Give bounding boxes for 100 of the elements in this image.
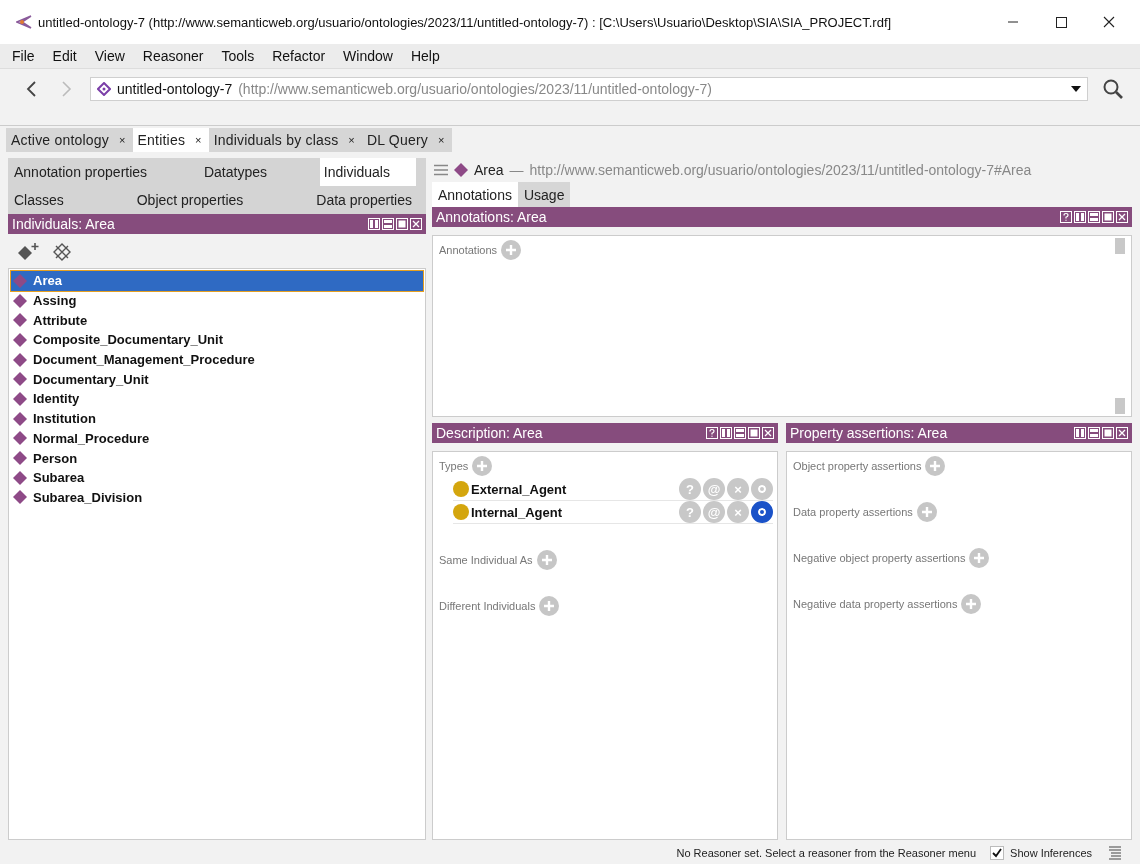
menu-icon[interactable] (434, 164, 448, 176)
entity-name: Area (474, 162, 504, 178)
workspace-tab[interactable]: Active ontology × (6, 128, 133, 152)
entity-tab[interactable]: Classes (10, 186, 68, 214)
individual-icon (13, 372, 27, 387)
split-vertical-button[interactable] (720, 427, 732, 439)
tab-close-button[interactable]: × (437, 134, 445, 146)
maximize-view-button[interactable] (1102, 211, 1114, 223)
view-title: Individuals: Area (12, 216, 115, 232)
entity-tab[interactable]: Object properties (132, 186, 248, 214)
section-label: Annotations (439, 244, 498, 256)
entity-tab[interactable]: Datatypes (199, 158, 271, 186)
individual-icon (13, 411, 27, 426)
list-item[interactable]: Subarea_Division (11, 487, 423, 508)
individual-icon (454, 163, 468, 177)
app-logo-icon (16, 15, 32, 29)
checkmark-icon (992, 848, 1003, 858)
separator-dash: — (509, 162, 524, 178)
list-item[interactable]: Attribute (11, 310, 423, 331)
edit-button[interactable] (751, 501, 773, 523)
section-label: Types (439, 460, 469, 472)
menu-item[interactable]: View (94, 48, 125, 64)
tab-close-button[interactable]: × (348, 134, 355, 146)
ontology-icon (97, 82, 111, 96)
list-item[interactable]: Area (11, 271, 423, 291)
maximize-view-button[interactable] (748, 427, 760, 439)
split-vertical-button[interactable] (1074, 211, 1086, 223)
workspace-tab[interactable]: Entities × (132, 128, 209, 152)
class-icon (453, 481, 469, 497)
individual-icon (13, 273, 27, 288)
search-icon[interactable] (1102, 78, 1124, 100)
entity-tab[interactable]: Individuals (319, 158, 416, 186)
menu-item[interactable]: Edit (52, 48, 77, 64)
section-label: Different Individuals (439, 600, 536, 612)
class-icon (453, 504, 469, 520)
window-title: untitled-ontology-7 (http://www.semanticweb.org/usuario/ontologies/2023/11/untitled-ontology-7) : [C:\Users\Usuario\Desktop\SIA\SIA_PROJECT.rdf] (38, 14, 892, 30)
show-inferences-checkbox[interactable] (990, 846, 1005, 860)
individual-icon (13, 332, 27, 347)
list-item[interactable]: Document_Management_Procedure (11, 349, 423, 370)
section-label: Data property assertions (793, 506, 913, 518)
scrollbar-thumb[interactable] (1115, 398, 1125, 414)
split-horizontal-button[interactable] (1088, 427, 1100, 439)
view-title: Annotations: Area (436, 209, 547, 225)
workspace-tab[interactable]: DL Query × (361, 128, 452, 152)
list-item[interactable]: Normal_Procedure (11, 428, 423, 449)
individual-icon (13, 313, 27, 328)
list-item[interactable]: Composite_Documentary_Unit (11, 330, 423, 350)
close-view-button[interactable] (410, 218, 422, 230)
split-horizontal-button[interactable] (734, 427, 746, 439)
individual-icon (13, 490, 27, 505)
delete-individual-icon[interactable] (52, 242, 72, 262)
menu-item[interactable]: Help (410, 48, 440, 64)
entity-tab[interactable]: Data properties (312, 186, 416, 214)
split-horizontal-button[interactable] (382, 218, 394, 230)
split-vertical-button[interactable] (1074, 427, 1086, 439)
ontology-selector[interactable]: untitled-ontology-7 (http://www.semanticweb.org/usuario/ontologies/2023/11/untitled-ontology-7) (90, 77, 1088, 101)
view-title: Description: Area (436, 425, 543, 441)
section-label: Negative data property assertions (793, 598, 958, 610)
maximize-view-button[interactable] (396, 218, 408, 230)
individual-icon (13, 470, 27, 485)
checkbox-label: Show Inferences (1010, 847, 1092, 859)
type-label: External_Agent (471, 481, 567, 497)
list-item[interactable]: Subarea (11, 467, 423, 488)
list-item[interactable]: Institution (11, 408, 423, 429)
close-view-button[interactable] (1116, 211, 1128, 223)
menu-item[interactable]: Tools (221, 48, 255, 64)
tab-close-button[interactable]: × (118, 134, 126, 146)
entity-iri: http://www.semanticweb.org/usuario/ontologies/2023/11/untitled-ontology-7#Area (529, 162, 1032, 178)
add-individual-icon[interactable] (16, 242, 40, 262)
entity-tab[interactable]: Annotation properties (10, 158, 152, 186)
individual-icon (13, 352, 27, 367)
list-item[interactable]: Documentary_Unit (11, 369, 423, 390)
workspace-tab[interactable]: Individuals by class × (208, 128, 362, 152)
individual-icon (13, 293, 27, 308)
type-label: Internal_Agent (471, 504, 562, 520)
view-help-button[interactable] (706, 427, 718, 439)
tab-close-button[interactable]: × (195, 134, 202, 146)
section-label: Object property assertions (793, 460, 922, 472)
section-label: Same Individual As (439, 554, 533, 566)
view-tab[interactable]: Usage (517, 182, 571, 207)
list-item[interactable]: Person (11, 448, 423, 468)
scrollbar-thumb[interactable] (1115, 238, 1125, 254)
close-view-button[interactable] (762, 427, 774, 439)
menu-item[interactable]: File (12, 48, 35, 64)
view-title: Property assertions: Area (790, 425, 948, 441)
split-vertical-button[interactable] (368, 218, 380, 230)
dropdown-caret-icon (1071, 86, 1081, 92)
list-item[interactable]: Assing (11, 290, 423, 311)
close-view-button[interactable] (1116, 427, 1128, 439)
section-label: Negative object property assertions (793, 552, 966, 564)
view-help-button[interactable] (1060, 211, 1072, 223)
list-item[interactable]: Identity (11, 389, 423, 409)
menu-item[interactable]: Refactor (272, 48, 326, 64)
menu-item[interactable]: Window (343, 48, 393, 64)
individual-icon (13, 391, 27, 406)
view-tab[interactable]: Annotations (432, 182, 518, 207)
split-horizontal-button[interactable] (1088, 211, 1100, 223)
maximize-view-button[interactable] (1102, 427, 1114, 439)
status-message: No Reasoner set. Select a reasoner from the Reasoner menu (676, 847, 977, 859)
menu-item[interactable]: Reasoner (142, 48, 204, 64)
